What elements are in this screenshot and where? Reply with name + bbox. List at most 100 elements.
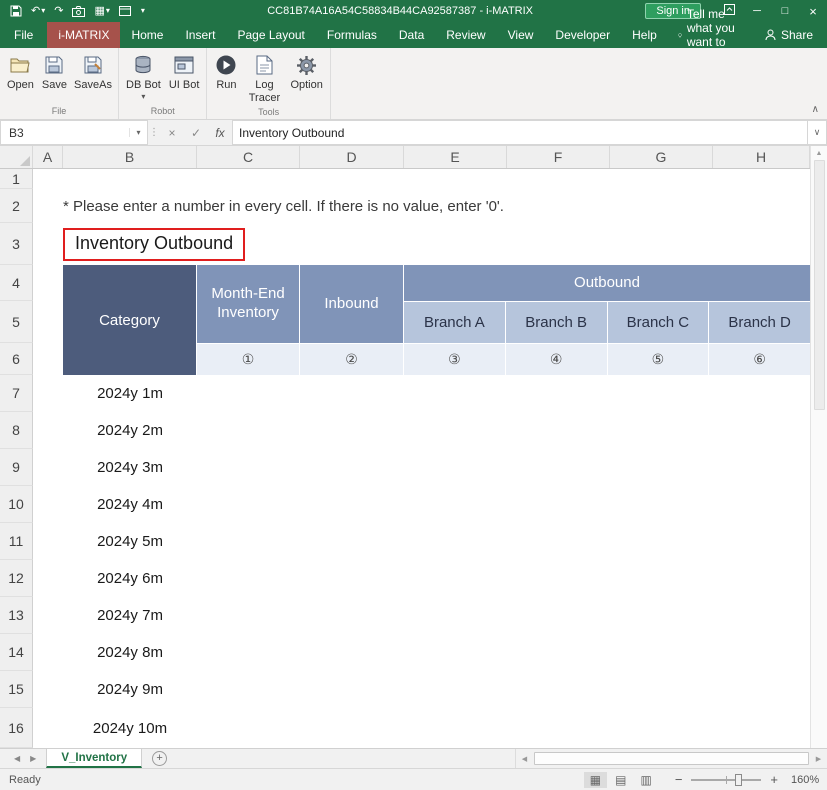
tab-view[interactable]: View: [497, 22, 545, 48]
category-header-cell[interactable]: Category: [63, 265, 197, 375]
mark-cell-4[interactable]: ④: [506, 343, 608, 375]
column-header-f[interactable]: F: [507, 146, 610, 168]
column-header-d[interactable]: D: [300, 146, 404, 168]
branch-d-cell[interactable]: Branch D: [709, 301, 810, 343]
inbound-header-cell[interactable]: Inbound: [300, 265, 403, 343]
new-sheet-icon[interactable]: +: [152, 751, 167, 766]
prev-sheet-icon[interactable]: ◀: [14, 754, 20, 763]
tab-page-layout[interactable]: Page Layout: [226, 22, 315, 48]
mark-cell-1[interactable]: ①: [197, 343, 299, 375]
row-header[interactable]: 10: [0, 486, 33, 523]
empty-cells[interactable]: [197, 449, 810, 486]
mark-cell-6[interactable]: ⑥: [709, 343, 810, 375]
tab-insert[interactable]: Insert: [174, 22, 226, 48]
column-header-g[interactable]: G: [610, 146, 713, 168]
empty-cells[interactable]: [197, 560, 810, 597]
save-button[interactable]: Save: [38, 51, 71, 94]
branch-a-cell[interactable]: Branch A: [404, 301, 506, 343]
month-cell[interactable]: 2024y 5m: [63, 523, 197, 560]
empty-cells[interactable]: [197, 486, 810, 523]
column-header-a[interactable]: A: [33, 146, 63, 168]
zoom-slider-thumb[interactable]: [735, 774, 742, 786]
undo-icon[interactable]: ↶▾: [31, 6, 45, 17]
zoom-out-icon[interactable]: −: [672, 772, 686, 787]
vertical-scrollbar[interactable]: ▲: [810, 146, 827, 748]
formula-bar-expand-icon[interactable]: ∨: [807, 120, 827, 145]
empty-cells[interactable]: [197, 708, 810, 748]
name-box[interactable]: B3 ▾: [0, 120, 148, 145]
page-layout-view-icon[interactable]: ▤: [609, 772, 632, 788]
tab-i-matrix[interactable]: i-MATRIX: [47, 22, 120, 48]
insert-function-icon[interactable]: fx: [208, 120, 232, 145]
save-as-button[interactable]: SaveAs: [71, 51, 115, 94]
qat-customize-icon[interactable]: ▾: [140, 7, 145, 15]
row-header[interactable]: 3: [0, 223, 33, 265]
mark-cell-3[interactable]: ③: [404, 343, 506, 375]
table-icon[interactable]: ▦▾: [94, 6, 109, 17]
option-button[interactable]: Option: [286, 51, 326, 94]
mark-cell-2[interactable]: ②: [300, 343, 403, 375]
row-header[interactable]: 8: [0, 412, 33, 449]
normal-view-icon[interactable]: ▦: [584, 772, 607, 788]
month-cell[interactable]: 2024y 6m: [63, 560, 197, 597]
window-icon[interactable]: [119, 6, 131, 16]
page-break-view-icon[interactable]: ▥: [634, 772, 657, 788]
month-cell[interactable]: 2024y 7m: [63, 597, 197, 634]
cell-a4[interactable]: [33, 265, 63, 375]
row-header[interactable]: 15: [0, 671, 33, 708]
scroll-left-icon[interactable]: ◀: [516, 749, 533, 768]
open-button[interactable]: Open: [3, 51, 38, 94]
month-cell[interactable]: 2024y 2m: [63, 412, 197, 449]
column-header-h[interactable]: H: [713, 146, 810, 168]
run-button[interactable]: Run: [210, 51, 242, 94]
row-header[interactable]: 7: [0, 375, 33, 412]
zoom-slider[interactable]: [691, 779, 761, 781]
row-header[interactable]: 9: [0, 449, 33, 486]
cell-a[interactable]: [33, 671, 63, 708]
name-box-caret-icon[interactable]: ▾: [129, 128, 147, 137]
row-header[interactable]: 16: [0, 708, 33, 748]
empty-cells[interactable]: [197, 597, 810, 634]
branch-b-cell[interactable]: Branch B: [506, 301, 608, 343]
cell-a[interactable]: [33, 523, 63, 560]
db-bot-button[interactable]: DB Bot ▾: [122, 51, 165, 103]
undo-caret-icon[interactable]: ▾: [41, 7, 45, 15]
row-header[interactable]: 5: [0, 301, 33, 343]
month-cell[interactable]: 2024y 4m: [63, 486, 197, 523]
close-button[interactable]: ×: [799, 4, 827, 19]
tab-help[interactable]: Help: [621, 22, 668, 48]
scroll-up-icon[interactable]: ▲: [816, 146, 823, 160]
branch-c-cell[interactable]: Branch C: [608, 301, 710, 343]
empty-cells[interactable]: [197, 523, 810, 560]
cell-a[interactable]: [33, 597, 63, 634]
row-header[interactable]: 12: [0, 560, 33, 597]
cell-a[interactable]: [33, 375, 63, 412]
tab-developer[interactable]: Developer: [544, 22, 621, 48]
share-button[interactable]: Share: [751, 22, 827, 48]
cell-a[interactable]: [33, 560, 63, 597]
table-caret-icon[interactable]: ▾: [106, 7, 110, 15]
month-cell[interactable]: 2024y 9m: [63, 671, 197, 708]
cell-a[interactable]: [33, 634, 63, 671]
column-header-c[interactable]: C: [197, 146, 300, 168]
month-cell[interactable]: 2024y 8m: [63, 634, 197, 671]
tell-me-box[interactable]: Tell me what you want to do: [668, 22, 751, 48]
outbound-header-cell[interactable]: Outbound: [404, 265, 810, 301]
row-header[interactable]: 6: [0, 343, 33, 375]
month-end-header-cell[interactable]: Month-End Inventory: [197, 265, 299, 343]
empty-cells[interactable]: [197, 412, 810, 449]
vertical-scroll-thumb[interactable]: [814, 160, 825, 410]
tab-home[interactable]: Home: [120, 22, 174, 48]
row-header[interactable]: 14: [0, 634, 33, 671]
column-header-b[interactable]: B: [63, 146, 197, 168]
formula-bar-handle[interactable]: ⋮: [148, 120, 160, 145]
scroll-right-icon[interactable]: ▶: [810, 749, 827, 768]
log-tracer-button[interactable]: Log Tracer: [242, 51, 286, 106]
month-cell[interactable]: 2024y 1m: [63, 375, 197, 412]
cancel-entry-icon[interactable]: ×: [160, 120, 184, 145]
ui-bot-button[interactable]: UI Bot: [165, 51, 204, 94]
mark-cell-5[interactable]: ⑤: [608, 343, 710, 375]
select-all-corner[interactable]: [0, 146, 33, 168]
cell-a2[interactable]: [33, 189, 63, 223]
maximize-button[interactable]: □: [771, 5, 799, 17]
